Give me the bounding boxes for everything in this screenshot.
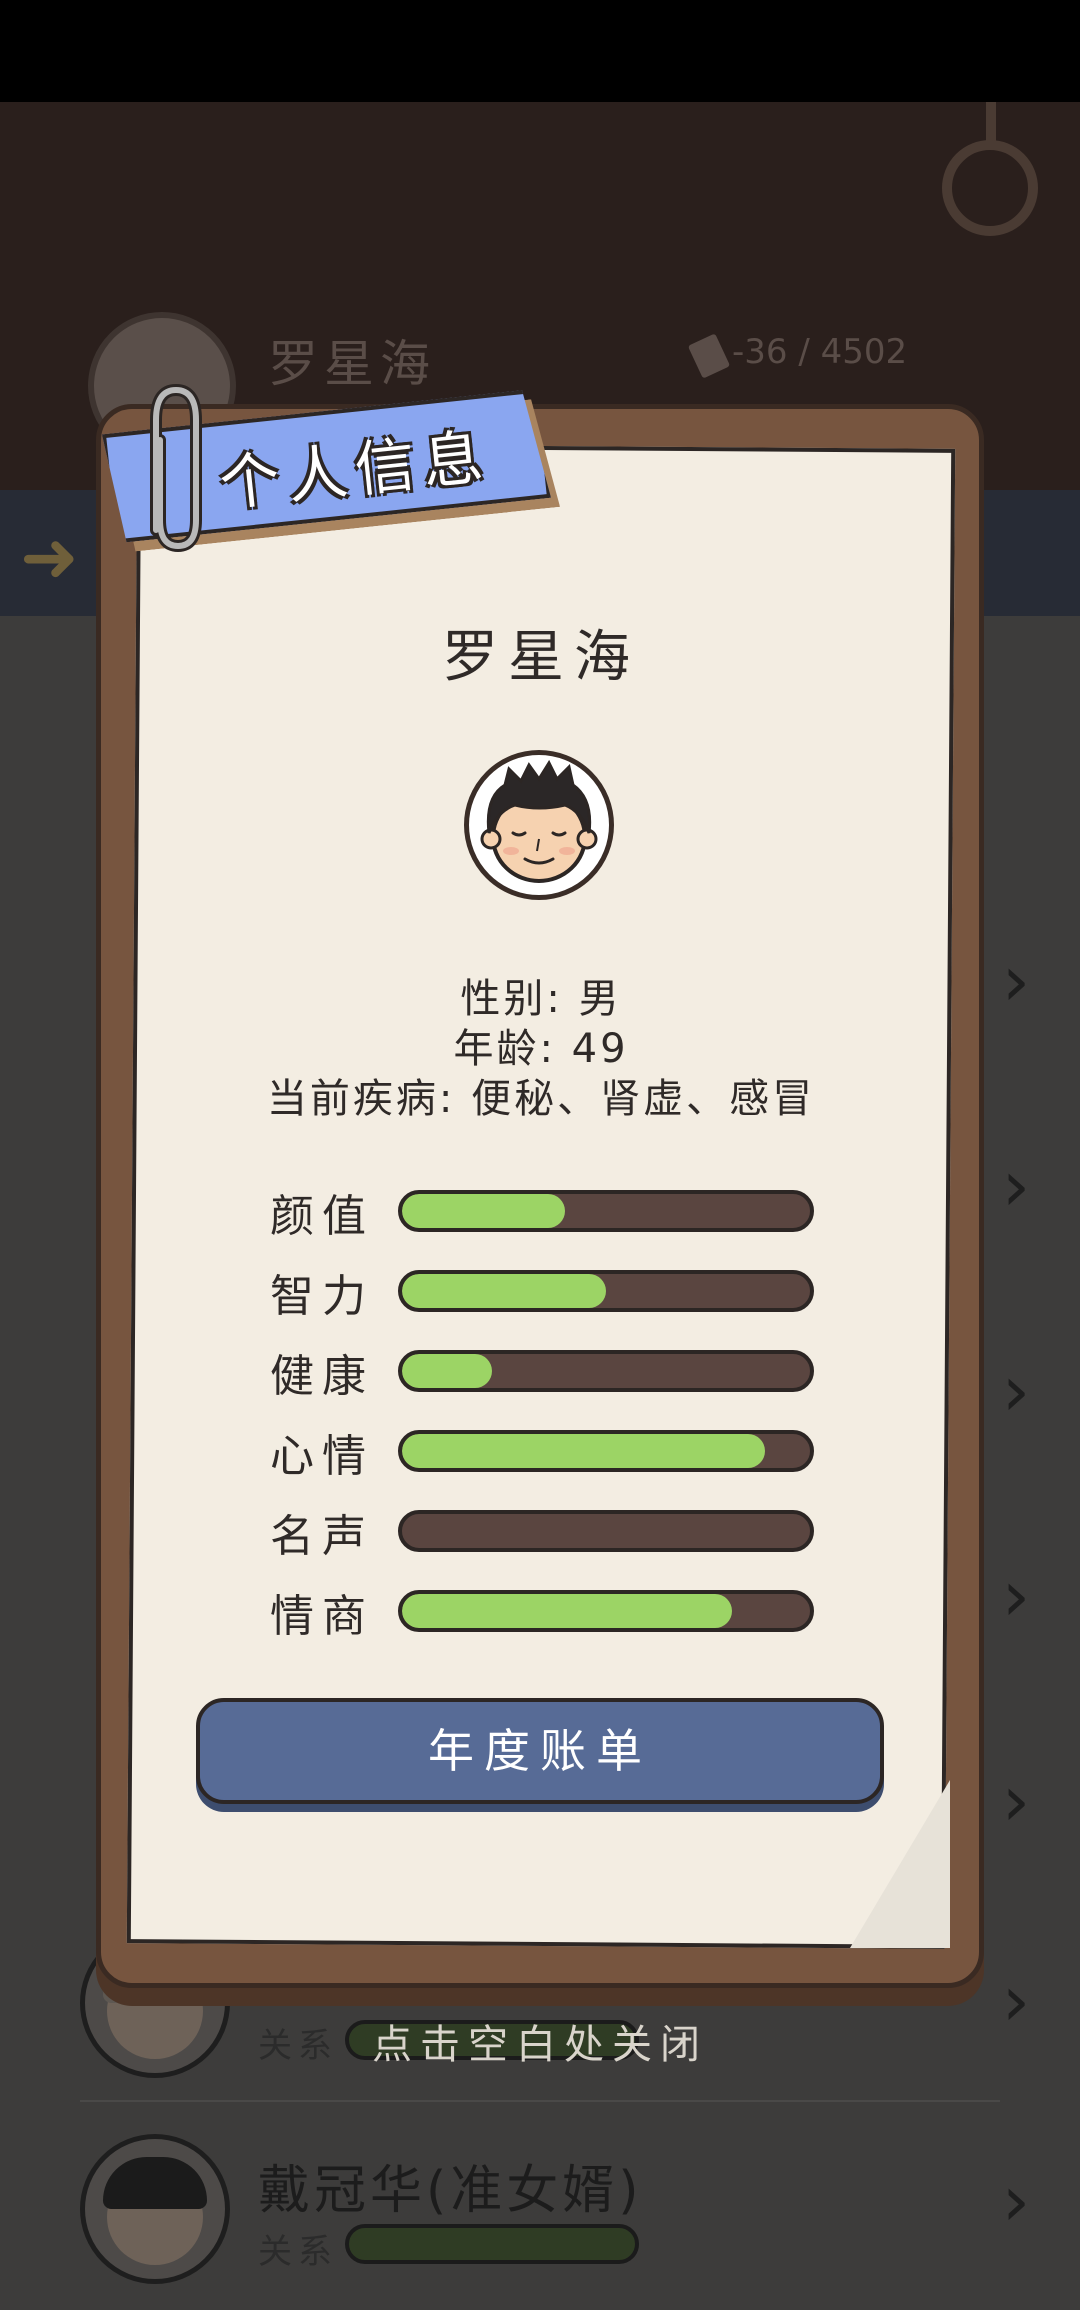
chevron-right-icon: › — [1002, 2160, 1030, 2242]
chevron-right-icon: › — [1002, 1350, 1030, 1432]
face-icon — [480, 759, 598, 883]
close-hint[interactable]: 点击空白处关闭 — [0, 2012, 1080, 2070]
stat-label-appearance: 颜值 — [270, 1191, 374, 1242]
stat-bar-intelligence — [398, 1270, 814, 1312]
stat-bar-health — [398, 1350, 814, 1392]
list-item-name: 戴冠华(准女婿) — [258, 2161, 643, 2221]
relation-bar — [345, 2224, 639, 2264]
stat-bar-mood — [398, 1430, 814, 1472]
stat-label-reputation: 名声 — [270, 1511, 374, 1562]
paperclip-icon — [150, 383, 202, 553]
disease-text: 当前疾病: 便秘、肾虚、感冒 — [266, 1076, 816, 1122]
chevron-right-icon: › — [1002, 1555, 1030, 1637]
stat-bar-reputation — [398, 1510, 814, 1552]
stat-label-health: 健康 — [270, 1351, 374, 1402]
person-name: 罗星海 — [442, 625, 640, 690]
stat-bar-appearance — [398, 1190, 814, 1232]
stat-label-intelligence: 智力 — [270, 1271, 374, 1322]
status-bar — [0, 0, 1080, 102]
stat-label-mood: 心情 — [270, 1431, 374, 1482]
stat-bar-eq — [398, 1590, 814, 1632]
stat-label-eq: 情商 — [270, 1591, 374, 1642]
chevron-right-icon: › — [1002, 1145, 1030, 1227]
back-arrow-icon[interactable]: ➜ — [20, 516, 79, 598]
relation-label: 关系 — [258, 2232, 338, 2272]
ring-icon[interactable] — [942, 140, 1038, 236]
divider — [80, 2100, 1000, 2102]
money-text: -36 / 4502 — [732, 332, 908, 372]
chevron-right-icon: › — [1002, 1760, 1030, 1842]
avatar — [80, 2134, 230, 2284]
chevron-right-icon: › — [1002, 940, 1030, 1022]
annual-bill-button[interactable]: 年度账单 — [196, 1698, 884, 1804]
avatar — [464, 750, 614, 900]
